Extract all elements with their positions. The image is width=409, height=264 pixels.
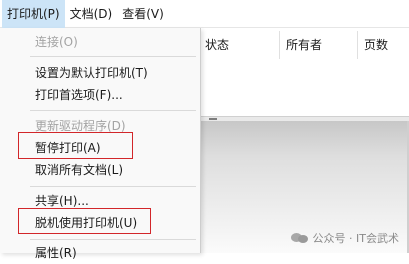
menu-item-printing-preferences[interactable]: 打印首选项(F)... <box>0 84 200 106</box>
menu-item-connect[interactable]: 连接(O) <box>0 31 200 53</box>
menu-bar: 打印机(P) 文档(D) 查看(V) <box>0 0 409 28</box>
splitter-grip <box>209 118 217 120</box>
menu-item-set-default[interactable]: 设置为默认打印机(T) <box>0 62 200 84</box>
highlight-box-pause <box>18 132 133 159</box>
menu-separator <box>30 110 196 111</box>
highlight-box-offline <box>18 208 151 234</box>
column-header-status[interactable]: 状态 <box>200 31 280 59</box>
menu-item-cancel-all-documents[interactable]: 取消所有文档(L) <box>0 159 200 181</box>
menu-view[interactable]: 查看(V) <box>117 0 169 28</box>
printer-dropdown-menu: 连接(O) 设置为默认打印机(T) 打印首选项(F)... 更新驱动程序(D) … <box>0 28 201 260</box>
document-list[interactable]: 状态 所有者 页数 <box>200 29 409 119</box>
watermark: 公众号 · IT会武术 <box>290 230 399 246</box>
preview-pane: 公众号 · IT会武术 <box>200 121 409 253</box>
menu-document[interactable]: 文档(D) <box>65 0 118 28</box>
menu-item-properties[interactable]: 属性(R) <box>0 242 200 264</box>
column-header-owner[interactable]: 所有者 <box>280 31 358 59</box>
menu-separator <box>30 186 196 187</box>
column-header-pages[interactable]: 页数 <box>358 31 409 59</box>
menu-separator <box>30 56 196 57</box>
wechat-icon <box>290 231 309 245</box>
watermark-text: 公众号 · IT会武术 <box>312 232 399 245</box>
menu-separator <box>30 239 196 240</box>
menu-printer[interactable]: 打印机(P) <box>2 0 65 28</box>
